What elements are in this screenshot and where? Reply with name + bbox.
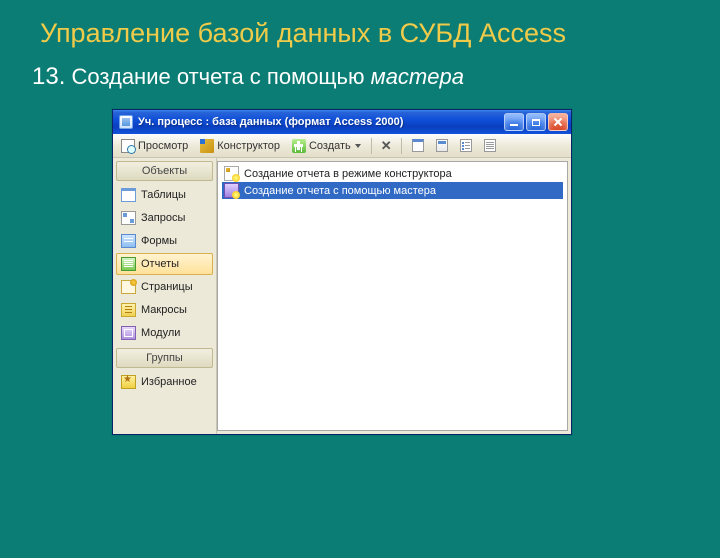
nav-label: Страницы [141,281,193,293]
database-window: Уч. процесс : база данных (формат Access… [112,109,572,435]
close-button[interactable] [548,113,568,131]
delete-button[interactable]: ✕ [378,138,395,154]
nav-label: Модули [141,327,180,339]
subtitle-italic: мастера [371,64,464,89]
nav-label: Формы [141,235,177,247]
macro-icon [121,303,136,317]
list-view-icon [460,139,472,152]
new-button[interactable]: Создать [288,136,365,156]
module-icon [121,326,136,340]
window-icon [119,115,133,129]
sidebar: Объекты Таблицы Запросы Формы Отчеты Стр… [113,158,217,434]
nav-queries[interactable]: Запросы [116,207,213,229]
form-icon [121,234,136,248]
new-label: Создать [309,140,351,152]
list-item-label: Создание отчета с помощью мастера [244,185,436,197]
design-icon [200,139,214,153]
preview-icon [121,139,135,153]
dropdown-arrow-icon [355,144,361,148]
page-icon [121,280,136,294]
objects-header[interactable]: Объекты [116,161,213,181]
toolbar: Просмотр Конструктор Создать ✕ [113,134,571,158]
details-view-icon [484,139,496,152]
large-icons-icon [436,139,448,152]
slide-title: Управление базой данных в СУБД Access [40,18,720,49]
favorites-icon [121,375,136,389]
maximize-button[interactable] [526,113,546,131]
list-item-create-wizard[interactable]: Создание отчета с помощью мастера [222,182,563,199]
item-number: 13. [32,63,65,90]
nav-favorites[interactable]: Избранное [116,371,213,393]
nav-macros[interactable]: Макросы [116,299,213,321]
toolbar-separator [371,138,372,154]
titlebar[interactable]: Уч. процесс : база данных (формат Access… [113,110,571,134]
report-icon [121,257,136,271]
preview-label: Просмотр [138,140,188,152]
minimize-button[interactable] [504,113,524,131]
window-title: Уч. процесс : база данных (формат Access… [138,116,504,128]
small-icons-button[interactable] [408,136,428,155]
nav-modules[interactable]: Модули [116,322,213,344]
toolbar-separator [401,138,402,154]
slide-subtitle: 13. Создание отчета с помощью мастера [32,63,720,91]
nav-label: Избранное [141,376,197,388]
design-mode-icon [224,166,239,181]
list-item-label: Создание отчета в режиме конструктора [244,168,452,180]
list-view-button[interactable] [456,136,476,155]
nav-label: Запросы [141,212,185,224]
nav-label: Таблицы [141,189,186,201]
groups-header[interactable]: Группы [116,348,213,368]
design-button[interactable]: Конструктор [196,136,284,156]
wizard-icon [224,183,239,198]
small-icons-icon [412,139,424,152]
nav-label: Отчеты [141,258,179,270]
nav-pages[interactable]: Страницы [116,276,213,298]
preview-button[interactable]: Просмотр [117,136,192,156]
nav-tables[interactable]: Таблицы [116,184,213,206]
nav-reports[interactable]: Отчеты [116,253,213,275]
new-icon [292,139,306,153]
nav-forms[interactable]: Формы [116,230,213,252]
main-list[interactable]: Создание отчета в режиме конструктора Со… [217,161,568,431]
subtitle-text: Создание отчета с помощью [72,64,371,89]
query-icon [121,211,136,225]
nav-label: Макросы [141,304,187,316]
design-label: Конструктор [217,140,280,152]
list-item-create-design[interactable]: Создание отчета в режиме конструктора [222,165,563,182]
table-icon [121,188,136,202]
large-icons-button[interactable] [432,136,452,155]
details-view-button[interactable] [480,136,500,155]
